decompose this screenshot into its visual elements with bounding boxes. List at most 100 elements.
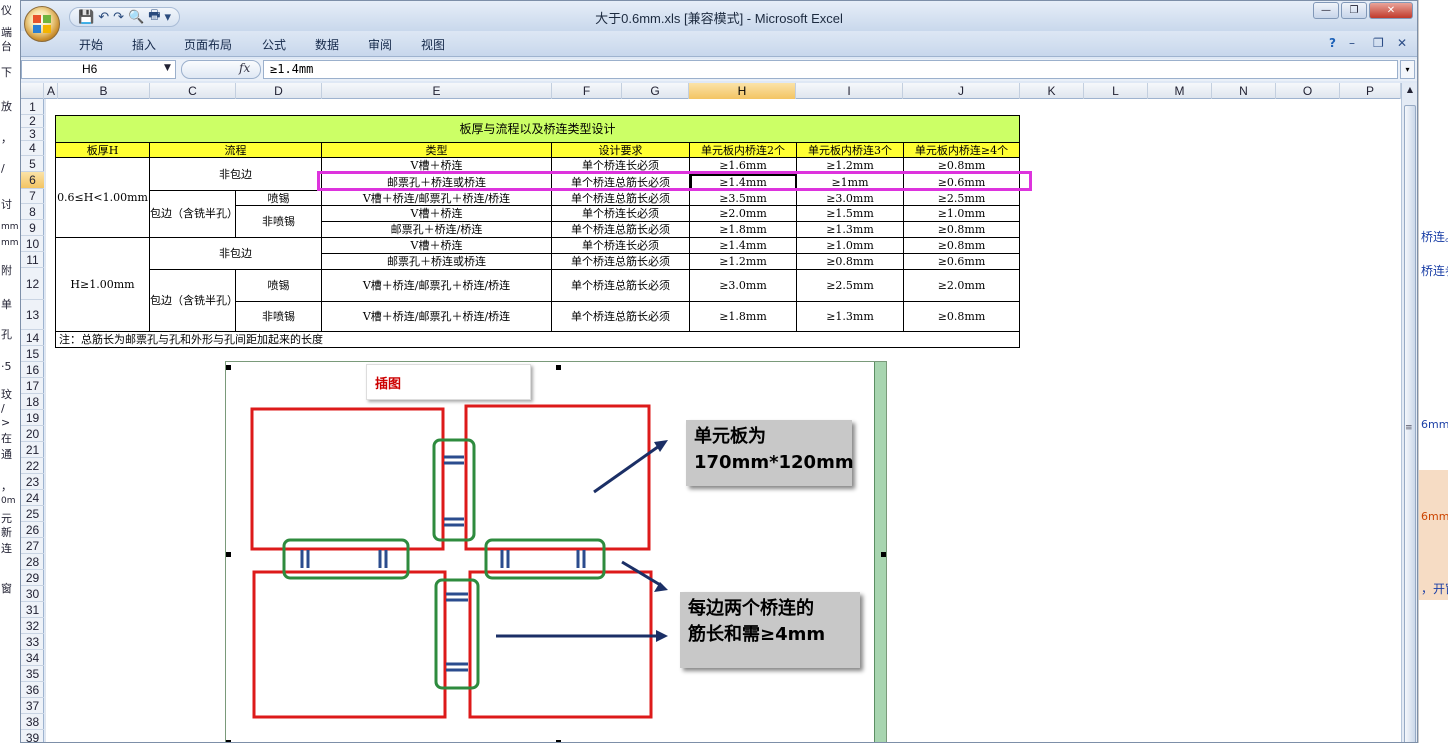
row-header[interactable]: 14 [21,330,44,346]
thickness-cell[interactable]: H≥1.00mm [55,237,150,332]
b4-cell[interactable]: ≥0.6mm [903,173,1020,191]
column-header[interactable]: P [1340,83,1401,99]
row-header[interactable]: 29 [21,570,44,586]
tab-review[interactable]: 审阅 [368,36,392,53]
row-header[interactable]: 10 [21,236,44,252]
tab-home[interactable]: 开始 [79,36,103,53]
row-header-selected[interactable]: 6 [21,172,44,189]
select-all-corner[interactable] [21,83,44,99]
type-cell[interactable]: V槽＋桥连 [321,205,552,222]
type-cell[interactable]: V槽＋桥连 [321,237,552,254]
row-header[interactable]: 30 [21,586,44,602]
req-cell[interactable]: 单个桥连长必须 [551,205,690,222]
row-header[interactable]: 5 [21,156,44,172]
tab-insert[interactable]: 插入 [132,36,156,53]
subprocess-cell[interactable]: 非喷锡 [235,301,322,332]
row-header[interactable]: 33 [21,634,44,650]
workbook-restore-button[interactable]: ❐ [1373,36,1384,50]
office-button[interactable] [24,6,60,42]
b2-cell[interactable]: ≥1.4mm [689,237,797,254]
column-header-selected[interactable]: H [689,83,796,99]
column-header[interactable]: E [322,83,552,99]
b2-cell[interactable]: ≥1.6mm [689,157,797,174]
row-header[interactable]: 37 [21,698,44,714]
req-cell[interactable]: 单个桥连总筋长必须 [551,301,690,332]
row-header[interactable]: 8 [21,204,44,220]
row-header[interactable]: 19 [21,410,44,426]
subprocess-cell[interactable]: 喷锡 [235,190,322,206]
row-header[interactable]: 18 [21,394,44,410]
table-note[interactable]: 注：总筋长为邮票孔与孔和外形与孔间距加起来的长度 [55,331,1020,348]
b2-cell[interactable]: ≥3.5mm [689,190,797,206]
row-header[interactable]: 21 [21,442,44,458]
b3-cell[interactable]: ≥1.5mm [796,205,904,222]
req-cell[interactable]: 单个桥连长必须 [551,237,690,254]
resize-handle[interactable] [881,552,886,557]
tab-data[interactable]: 数据 [315,36,339,53]
type-cell[interactable]: V槽＋桥连/邮票孔＋桥连/桥连 [321,190,552,206]
row-header[interactable]: 20 [21,426,44,442]
row-header[interactable]: 35 [21,666,44,682]
row-header[interactable]: 32 [21,618,44,634]
row-header[interactable]: 7 [21,189,44,204]
type-cell[interactable]: 邮票孔＋桥连或桥连 [321,253,552,270]
column-header[interactable]: J [903,83,1020,99]
b3-cell[interactable]: ≥1.0mm [796,237,904,254]
row-header[interactable]: 38 [21,714,44,730]
b3-cell[interactable]: ≥1.2mm [796,157,904,174]
req-cell[interactable]: 单个桥连总筋长必须 [551,253,690,270]
req-cell[interactable]: 单个桥连长必须 [551,157,690,174]
row-header[interactable]: 23 [21,474,44,490]
name-box[interactable]: H6 [21,60,176,79]
row-header[interactable]: 34 [21,650,44,666]
b4-cell[interactable]: ≥0.6mm [903,253,1020,270]
row-header[interactable]: 28 [21,554,44,570]
row-header[interactable]: 3 [21,128,44,141]
help-icon[interactable]: ? [1329,36,1336,50]
workbook-minimize-button[interactable]: – [1349,36,1355,50]
row-header[interactable]: 11 [21,252,44,268]
column-header[interactable]: G [622,83,689,99]
b4-cell[interactable]: ≥2.0mm [903,269,1020,302]
chevron-down-icon[interactable]: ▼ [164,63,171,73]
row-header[interactable]: 13 [21,300,44,330]
b3-cell[interactable]: ≥0.8mm [796,253,904,270]
column-header[interactable]: B [58,83,150,99]
column-header[interactable]: M [1148,83,1212,99]
process-cell[interactable]: 包边（含铣半孔） [149,269,236,332]
b3-cell[interactable]: ≥2.5mm [796,269,904,302]
embedded-picture[interactable]: 插图 单元板为 170mm*120mm 每边两个桥连的 筋长和需≥4mm [225,361,887,742]
process-cell[interactable]: 非包边 [149,157,322,191]
b4-cell[interactable]: ≥1.0mm [903,205,1020,222]
req-cell[interactable]: 单个桥连总筋长必须 [551,269,690,302]
b3-cell[interactable]: ≥1.3mm [796,301,904,332]
thickness-cell[interactable]: 0.6≤H<1.00mm [55,157,150,238]
column-header[interactable]: L [1084,83,1148,99]
type-cell[interactable]: 邮票孔＋桥连/桥连 [321,221,552,238]
row-header[interactable]: 27 [21,538,44,554]
b4-cell[interactable]: ≥0.8mm [903,301,1020,332]
row-header[interactable]: 1 [21,99,44,115]
column-header[interactable]: N [1212,83,1276,99]
column-header[interactable]: A [45,83,58,99]
b2-cell[interactable]: ≥2.0mm [689,205,797,222]
b4-cell[interactable]: ≥0.8mm [903,237,1020,254]
row-header[interactable]: 25 [21,506,44,522]
row-header[interactable]: 22 [21,458,44,474]
row-header[interactable]: 17 [21,378,44,394]
req-cell[interactable]: 单个桥连总筋长必须 [551,190,690,206]
tab-view[interactable]: 视图 [421,36,445,53]
tab-page-layout[interactable]: 页面布局 [184,36,232,53]
process-cell[interactable]: 非包边 [149,237,322,270]
column-header[interactable]: D [236,83,322,99]
b3-cell[interactable]: ≥1mm [796,173,904,191]
b3-cell[interactable]: ≥3.0mm [796,190,904,206]
close-button[interactable]: ✕ [1369,2,1413,19]
minimize-button[interactable]: — [1313,2,1339,19]
b2-cell[interactable]: ≥1.8mm [689,221,797,238]
restore-button[interactable]: ❐ [1341,2,1367,19]
scroll-up-icon[interactable]: ▲ [1404,85,1416,99]
row-header[interactable]: 4 [21,141,44,156]
row-header[interactable]: 39 [21,730,44,742]
type-cell[interactable]: V槽＋桥连/邮票孔＋桥连/桥连 [321,301,552,332]
